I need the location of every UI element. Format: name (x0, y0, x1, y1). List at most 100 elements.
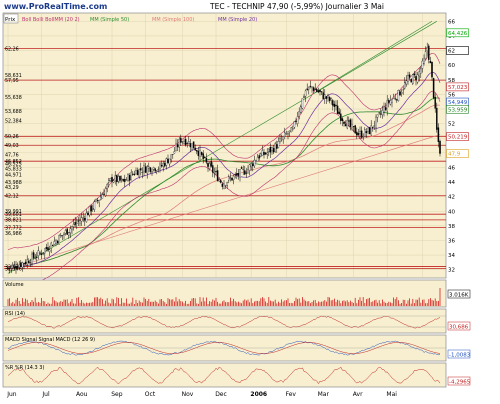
candle-body (317, 90, 320, 93)
candle-body (410, 78, 412, 83)
candle-body (357, 133, 360, 135)
candle-body (311, 86, 313, 88)
candle-body (280, 139, 283, 141)
candle-body (416, 74, 419, 83)
date-tick-label: Jul (41, 391, 50, 398)
candle-body (324, 94, 326, 99)
date-tick-label: Oct (145, 391, 156, 398)
left-level-label: 44,971 (5, 173, 22, 179)
site-label[interactable]: www.ProRealTime.com (4, 2, 107, 11)
candle-body (34, 258, 36, 260)
candle-body (266, 152, 268, 155)
left-level-label: 57,95 (5, 78, 19, 84)
candle-body (82, 217, 84, 219)
candle-body (319, 90, 321, 93)
candle-body (399, 91, 401, 96)
candle-body (200, 152, 203, 155)
candle-body (154, 168, 156, 172)
candle-body (424, 51, 427, 59)
candle-body (45, 247, 48, 249)
candle-body (303, 96, 305, 98)
candle-body (330, 98, 332, 101)
candle-body (167, 158, 169, 164)
candle-body (261, 150, 264, 156)
candle-body (429, 60, 432, 64)
candle-body (413, 73, 416, 76)
candle-body (365, 131, 368, 133)
candle-body (26, 259, 28, 265)
candle-body (343, 121, 345, 124)
candle-body (141, 172, 144, 173)
candle-body (103, 193, 105, 195)
candle-body (239, 169, 241, 178)
price-tick-label: 44 (448, 180, 455, 186)
candle-body (378, 112, 380, 114)
candle-body (98, 199, 100, 203)
candle-body (247, 168, 249, 174)
candle-body (32, 252, 35, 258)
left-level-label: 49,03 (5, 143, 19, 149)
candle-body (242, 169, 244, 171)
candle-body (80, 217, 83, 222)
candle-body (234, 174, 236, 176)
candle-body (277, 141, 280, 148)
candle-body (144, 166, 147, 173)
candle-body (100, 196, 102, 201)
price-tag-label: 47,9 (448, 152, 461, 158)
candle-body (188, 141, 190, 144)
candle-body (298, 111, 300, 117)
price-tick-label: 56 (448, 92, 455, 98)
candle-body (264, 152, 267, 155)
candle-body (244, 170, 246, 175)
candle-body (173, 151, 176, 154)
candle-body (114, 175, 116, 181)
candle-body (224, 185, 227, 187)
candle-body (196, 150, 198, 152)
candle-body (56, 241, 59, 244)
candle-body (258, 155, 260, 159)
candle-body (400, 92, 403, 94)
candle-body (428, 45, 430, 60)
candle-body (372, 126, 374, 128)
candle-body (152, 167, 155, 170)
candle-body (370, 125, 372, 136)
candle-body (296, 116, 299, 124)
candle-body (205, 157, 208, 163)
candle-body (407, 75, 409, 82)
indicator-legend-3: MM (Simple 20) (218, 17, 257, 23)
candle-body (63, 233, 65, 235)
candle-body (338, 111, 340, 115)
left-level-label: 43,29 (5, 185, 19, 191)
candle-body (199, 149, 201, 157)
candle-body (164, 163, 166, 167)
candle-body (186, 142, 188, 144)
candle-body (165, 158, 168, 166)
main-label: Prix (5, 17, 16, 23)
left-level-label: 32,146 (5, 266, 22, 272)
price-tick-label: 38 (448, 224, 455, 230)
candle-body (356, 131, 358, 136)
candle-body (192, 141, 195, 149)
price-tick-label: 40 (448, 209, 455, 215)
candle-body (274, 143, 276, 152)
candle-body (76, 222, 78, 224)
candle-body (176, 144, 179, 148)
left-level-label: 53,688 (5, 109, 22, 115)
candle-body (279, 138, 281, 142)
williams-label: %R %R (14.3 3) (5, 365, 44, 371)
candle-body (354, 125, 356, 134)
candle-body (66, 228, 68, 235)
candle-body (208, 163, 211, 169)
candle-body (194, 147, 196, 151)
candle-body (117, 176, 120, 182)
candle-body (88, 206, 91, 216)
candle-body (341, 118, 344, 121)
candle-body (405, 80, 408, 85)
left-level-label: 43,988 (5, 180, 22, 186)
candle-body (271, 147, 273, 151)
candle-body (215, 171, 217, 173)
left-level-label: 52,384 (5, 119, 22, 125)
candle-body (40, 253, 43, 255)
candle-body (373, 125, 376, 127)
candle-body (386, 100, 388, 112)
